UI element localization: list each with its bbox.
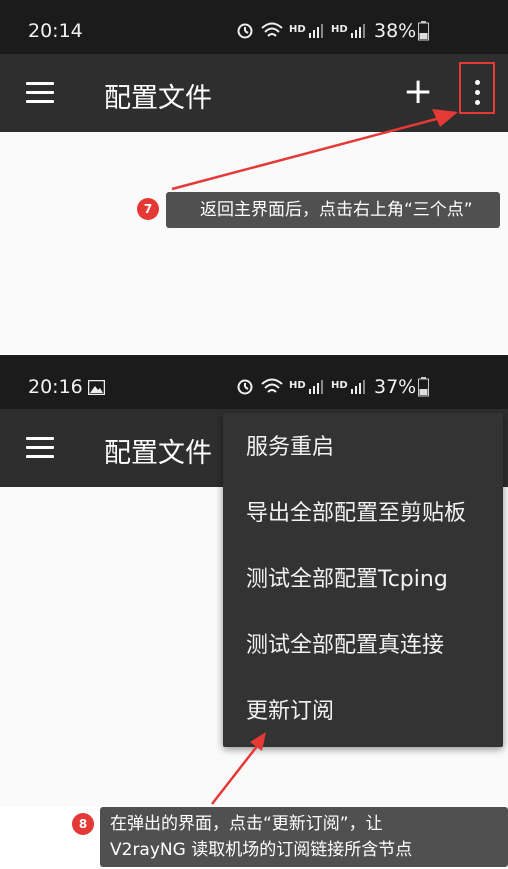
menu-item-test-tcping[interactable]: 测试全部配置Tcping: [223, 547, 503, 613]
battery-icon: [418, 377, 429, 397]
step-badge: 7: [137, 198, 159, 220]
hd-label: HD: [289, 380, 306, 391]
signal-icon: [351, 380, 365, 394]
page-title: 配置文件: [104, 438, 212, 469]
battery-percent: 37%: [374, 376, 417, 398]
annotation-text: 返回主界面后，点击右上角“三个点”: [200, 200, 473, 220]
overflow-menu: 服务重启 导出全部配置至剪贴板 测试全部配置Tcping 测试全部配置真连接 更…: [223, 413, 503, 747]
image-icon: [88, 380, 105, 395]
signal-icon: [309, 380, 323, 394]
hamburger-menu-icon[interactable]: [26, 437, 54, 458]
annotation-arrow: [211, 732, 266, 805]
alarm-icon: [237, 379, 253, 395]
menu-item-export-to-clipboard[interactable]: 导出全部配置至剪贴板: [223, 481, 503, 547]
annotation-tooltip: 返回主界面后，点击右上角“三个点”: [166, 192, 500, 228]
annotation-tooltip: 在弹出的界面，点击“更新订阅”，让 V2rayNG 读取机场的订阅链接所含节点: [100, 807, 508, 867]
menu-item-restart-service[interactable]: 服务重启: [223, 415, 503, 481]
menu-item-test-real-connection[interactable]: 测试全部配置真连接: [223, 613, 503, 679]
annotation-text-line1: 在弹出的界面，点击“更新订阅”，让: [110, 814, 383, 834]
step-badge: 8: [72, 813, 94, 835]
status-time: 20:16: [28, 376, 83, 398]
wifi-icon: [261, 378, 283, 393]
hd-label: HD: [331, 380, 348, 391]
annotation-text-line2: V2rayNG 读取机场的订阅链接所含节点: [110, 840, 413, 860]
